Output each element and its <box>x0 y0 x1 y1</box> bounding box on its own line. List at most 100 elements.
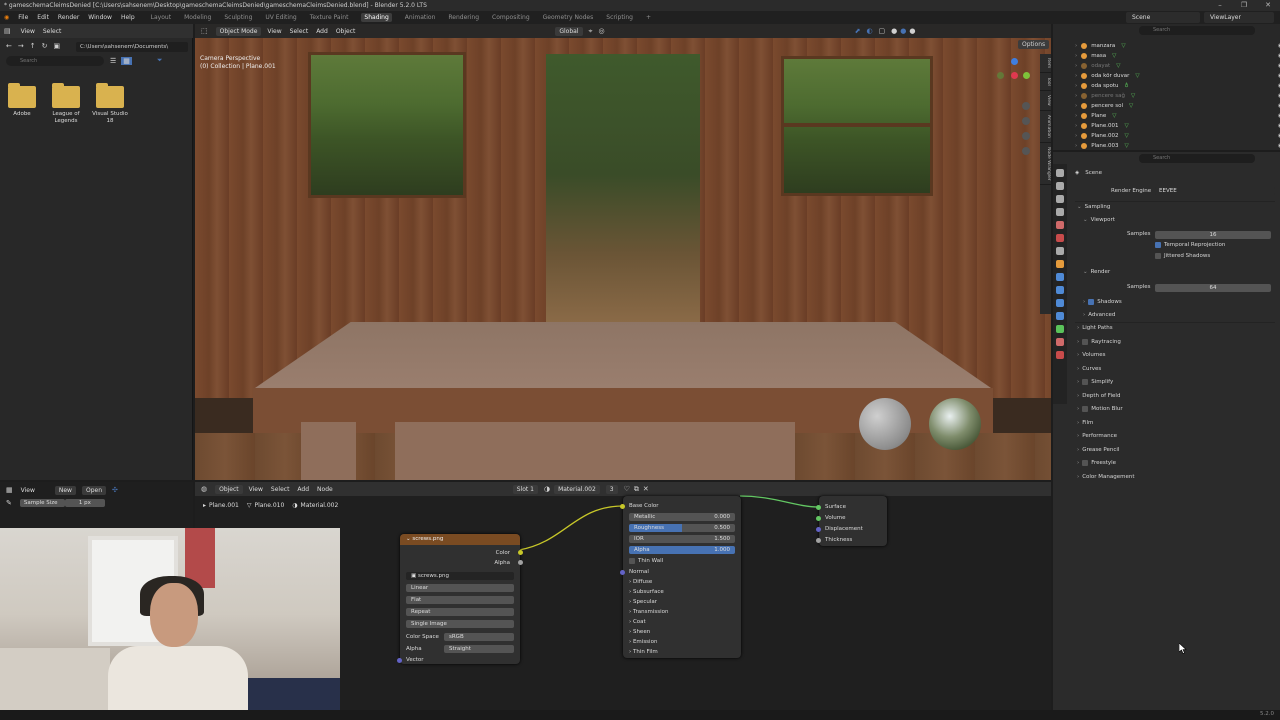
outliner-row[interactable]: ›pencere sol▽◉▣ <box>1075 101 1280 111</box>
outliner-row[interactable]: ›pencere sağ▽◉▣ <box>1075 91 1280 101</box>
socket-alpha-out[interactable] <box>518 560 523 565</box>
view-layer-selector[interactable]: ViewLayer <box>1204 12 1274 23</box>
texture-tab-icon[interactable] <box>1056 351 1064 359</box>
tab-scripting[interactable]: Scripting <box>606 14 633 21</box>
tab-uv-editing[interactable]: UV Editing <box>265 14 296 21</box>
folder-item[interactable]: Adobe <box>4 83 40 118</box>
fb-menu-view[interactable]: View <box>21 28 35 35</box>
gizmo-neg-y-axis[interactable] <box>997 72 1004 79</box>
navigation-gizmo[interactable] <box>997 58 1033 94</box>
overlay-toggle-icon[interactable]: ◐ <box>866 27 872 35</box>
expand-arrow-icon[interactable]: › <box>1075 53 1077 59</box>
menu-window[interactable]: Window <box>88 14 112 21</box>
tab-modeling[interactable]: Modeling <box>184 14 211 21</box>
socket-volume-in[interactable] <box>816 516 821 521</box>
folder-item[interactable]: Visual Studio 18 <box>92 83 128 125</box>
checkbox-unchecked-icon[interactable] <box>1082 459 1089 466</box>
source-dropdown[interactable]: Single Image <box>406 620 514 628</box>
shading-material-icon[interactable]: ● <box>900 27 906 35</box>
new-folder-icon[interactable]: ▣ <box>54 42 61 50</box>
expand-arrow-icon[interactable]: › <box>1075 93 1077 99</box>
tab-node-wrangler[interactable]: Node Wrangler <box>1040 143 1051 186</box>
mode-selector[interactable]: Object Mode <box>215 26 262 36</box>
tab-animation[interactable]: Animation <box>405 14 436 21</box>
options-button[interactable]: Options <box>1018 40 1050 49</box>
pan-icon[interactable] <box>1022 117 1030 125</box>
subpanel-emission[interactable]: › Emission <box>629 638 657 646</box>
panel-depth-of-field[interactable]: › Depth of Field <box>1077 392 1120 401</box>
alpha-mode-dropdown[interactable]: Straight <box>444 645 514 653</box>
panel-sampling[interactable]: ⌄ Sampling <box>1077 203 1110 212</box>
subpanel-render[interactable]: ⌄ Render <box>1083 268 1110 277</box>
snap-icon[interactable]: ⌖ <box>589 27 593 36</box>
socket-surface-in[interactable] <box>816 505 821 510</box>
subpanel-advanced[interactable]: › Advanced <box>1083 311 1115 320</box>
expand-arrow-icon[interactable]: › <box>1075 63 1077 69</box>
collection-tab-icon[interactable] <box>1056 247 1064 255</box>
physics-tab-icon[interactable] <box>1056 299 1064 307</box>
socket-normal-in[interactable] <box>620 570 625 575</box>
scene-selector[interactable]: Scene <box>1126 12 1200 23</box>
panel-simplify[interactable]: › Simplify <box>1077 378 1113 387</box>
tab-tool[interactable]: Tool <box>1040 73 1051 91</box>
data-tab-icon[interactable] <box>1056 325 1064 333</box>
panel-volumes[interactable]: › Volumes <box>1077 351 1106 360</box>
tab-sculpting[interactable]: Sculpting <box>224 14 252 21</box>
alpha-slider[interactable]: Alpha 1.000 <box>629 546 735 554</box>
back-icon[interactable]: ← <box>6 42 12 50</box>
projection-dropdown[interactable]: Flat <box>406 596 514 604</box>
subpanel-coat[interactable]: › Coat <box>629 618 646 626</box>
gizmo-z-axis[interactable] <box>1011 58 1018 65</box>
close-icon[interactable]: ✕ <box>1256 0 1280 11</box>
checkbox-unchecked-icon[interactable] <box>1082 405 1089 412</box>
fb-menu-select[interactable]: Select <box>43 28 62 35</box>
socket-vector-in[interactable] <box>397 658 402 663</box>
expand-arrow-icon[interactable]: › <box>1075 143 1077 149</box>
parent-dir-icon[interactable]: ↑ <box>30 42 36 50</box>
output-tab-icon[interactable] <box>1056 195 1064 203</box>
interpolation-dropdown[interactable]: Linear <box>406 584 514 592</box>
image-texture-node[interactable]: ⌄ screws.png Color Alpha ▣ screws.png Li… <box>397 534 523 664</box>
filter-icon[interactable]: ⏷ <box>157 56 163 65</box>
outliner-row[interactable]: ›Plane▽◉▣ <box>1075 111 1280 121</box>
vp-menu-object[interactable]: Object <box>336 28 356 35</box>
panel-raytracing[interactable]: › Raytracing <box>1077 338 1121 347</box>
expand-arrow-icon[interactable]: › <box>1075 73 1077 79</box>
properties-search-input[interactable]: Search <box>1139 154 1255 163</box>
render-tab-icon[interactable] <box>1056 182 1064 190</box>
list-view-icon[interactable]: ☰ <box>110 57 116 65</box>
checkbox-checked-icon[interactable] <box>1088 298 1095 305</box>
tab-item[interactable]: Item <box>1040 54 1051 74</box>
checkbox-checked-icon[interactable] <box>1155 241 1161 248</box>
expand-arrow-icon[interactable]: › <box>1075 83 1077 89</box>
blender-logo-icon[interactable]: ◉ <box>4 14 9 21</box>
metallic-slider[interactable]: Metallic 0.000 <box>629 513 735 521</box>
socket-color-out[interactable] <box>518 550 523 555</box>
new-image-button[interactable]: New <box>54 485 76 495</box>
tab-compositing[interactable]: Compositing <box>492 14 530 21</box>
view-layer-tab-icon[interactable] <box>1056 208 1064 216</box>
shading-rendered-icon[interactable]: ● <box>909 27 915 35</box>
outliner-row[interactable]: ›odayat▽◉▣ <box>1075 61 1280 71</box>
editor-type-icon[interactable]: ▤ <box>4 27 11 35</box>
panel-grease-pencil[interactable]: › Grease Pencil <box>1077 446 1119 455</box>
forward-icon[interactable]: → <box>18 42 24 50</box>
checkbox-unchecked-icon[interactable] <box>629 557 635 564</box>
outliner-row[interactable]: ›Plane.003▽◉▣ <box>1075 141 1280 151</box>
subpanel-shadows[interactable]: › Shadows <box>1083 298 1122 307</box>
refresh-icon[interactable]: ↻ <box>42 42 48 50</box>
sample-size-field[interactable]: 1 px <box>64 499 105 507</box>
camera-view-icon[interactable] <box>1022 132 1030 140</box>
extension-dropdown[interactable]: Repeat <box>406 608 514 616</box>
add-workspace-button[interactable]: + <box>646 14 651 21</box>
tool-tab-icon[interactable] <box>1056 169 1064 177</box>
checkbox-unchecked-icon[interactable] <box>1082 338 1089 345</box>
panel-light-paths[interactable]: › Light Paths <box>1077 324 1113 333</box>
editor-type-icon[interactable]: ▦ <box>6 486 13 494</box>
subpanel-specular[interactable]: › Specular <box>629 598 657 606</box>
outliner-search-input[interactable]: Search <box>1139 26 1255 35</box>
tab-shading[interactable]: Shading <box>361 13 392 22</box>
proportional-edit-icon[interactable]: ◎ <box>598 27 604 35</box>
menu-file[interactable]: File <box>18 14 28 21</box>
outliner-row[interactable]: ›Plane.002▽◉▣ <box>1075 131 1280 141</box>
